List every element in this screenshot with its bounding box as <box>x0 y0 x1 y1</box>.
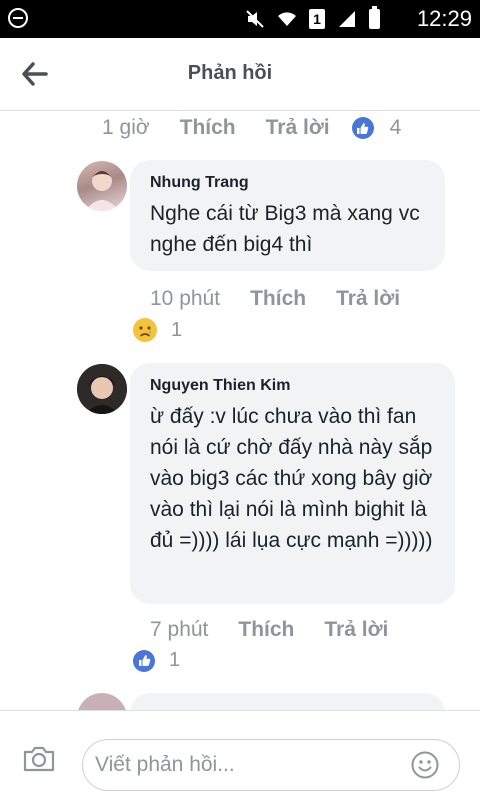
comment-bubble[interactable] <box>130 693 445 710</box>
reply-button[interactable]: Trả lời <box>266 116 330 140</box>
comment-text: ừ đấy :v lúc chưa vào thì fan nói là cứ … <box>150 405 433 552</box>
mute-icon <box>246 10 264 28</box>
battery-icon <box>369 6 380 29</box>
comment-time: 10 phút <box>150 287 221 310</box>
like-icon <box>133 649 155 672</box>
wifi-icon <box>278 12 296 26</box>
replies-list[interactable]: 1 giờ Thích Trả lời 4 Nhung Trang Nghe c… <box>0 111 480 710</box>
reply-button[interactable]: Trả lời <box>336 287 400 311</box>
reply-input[interactable]: Viết phản hồi... <box>82 739 460 791</box>
avatar[interactable] <box>77 364 127 414</box>
comment-author[interactable]: Nhung Trang <box>150 174 425 192</box>
comment-bubble[interactable]: Nguyen Thien Kim ừ đấy :v lúc chưa vào t… <box>130 363 455 604</box>
reaction-summary[interactable]: 1 <box>133 318 182 342</box>
status-bar: 1 12:29 <box>0 0 480 38</box>
parent-comment-actions: 1 giờ Thích Trả lời 4 <box>102 116 401 140</box>
reaction-count: 1 <box>169 649 181 671</box>
like-button[interactable]: Thích <box>180 116 236 140</box>
reaction-count: 4 <box>389 116 402 139</box>
reply-composer: Viết phản hồi... <box>0 710 480 801</box>
minus-circle-icon <box>8 8 28 28</box>
camera-icon[interactable] <box>22 745 56 773</box>
emoji-icon[interactable] <box>411 751 439 779</box>
comment-actions: 7 phút Thích Trả lời <box>150 618 388 642</box>
avatar[interactable] <box>77 161 127 211</box>
sim-icon: 1 <box>309 9 325 29</box>
reaction-summary[interactable]: 1 <box>133 649 180 672</box>
reaction-count: 1 <box>171 318 183 341</box>
sad-emoji-icon <box>133 318 157 342</box>
clock: 12:29 <box>416 6 472 31</box>
comment-time: 1 giờ <box>102 116 150 139</box>
header: Phản hồi <box>0 38 480 111</box>
comment-author[interactable]: Nguyen Thien Kim <box>150 377 435 395</box>
comment-actions: 10 phút Thích Trả lời <box>150 287 400 311</box>
comment-text: Nghe cái từ Big3 mà xang vc nghe đến big… <box>150 202 420 256</box>
reply-button[interactable]: Trả lời <box>324 618 388 642</box>
like-icon <box>351 117 374 139</box>
page-title: Phản hồi <box>187 62 273 84</box>
comment-time: 7 phút <box>150 618 209 641</box>
like-button[interactable]: Thích <box>238 618 294 642</box>
like-button[interactable]: Thích <box>250 287 306 311</box>
avatar[interactable] <box>77 693 127 710</box>
signal-icon <box>339 11 355 27</box>
reply-input-placeholder: Viết phản hồi... <box>95 753 235 776</box>
comment-bubble[interactable]: Nhung Trang Nghe cái từ Big3 mà xang vc … <box>130 160 445 271</box>
